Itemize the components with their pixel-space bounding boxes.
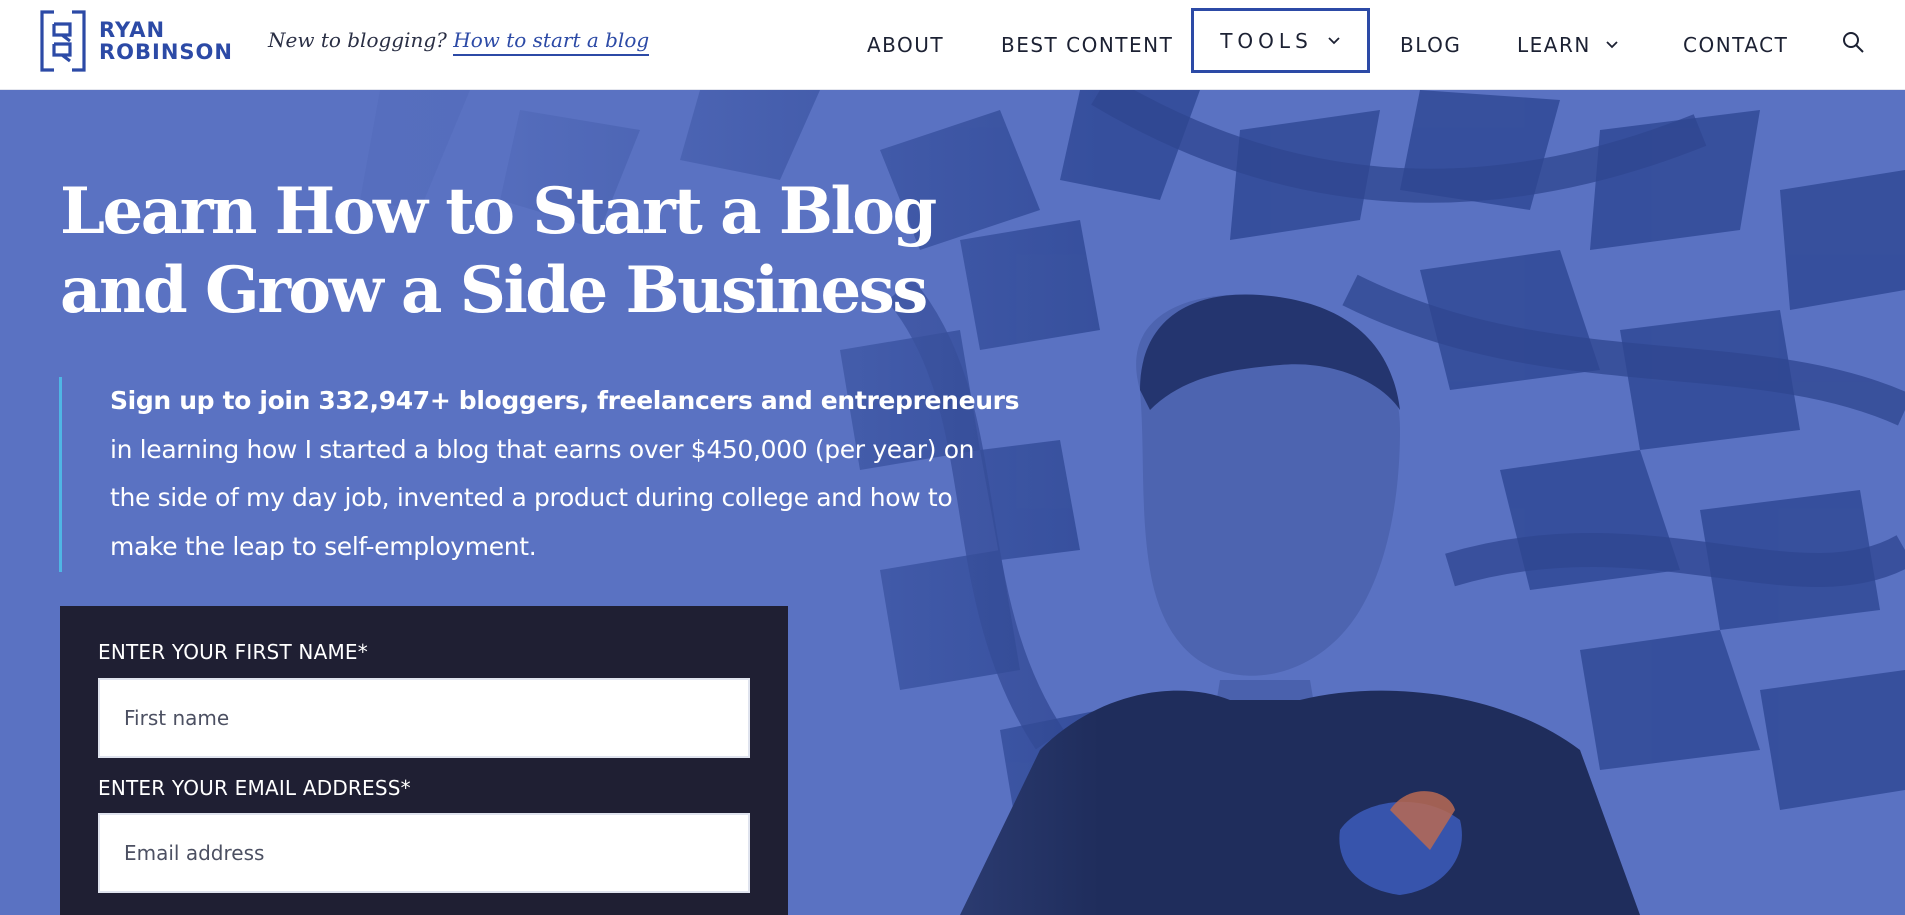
first-name-input[interactable] <box>98 678 750 758</box>
email-label: ENTER YOUR EMAIL ADDRESS* <box>98 776 411 800</box>
intro-line-2: in learning how I started a blog that ea… <box>110 434 975 464</box>
nav-tools[interactable]: TOOLS <box>1191 8 1370 73</box>
hero-headline: Learn How to Start a Blog and Grow a Sid… <box>60 172 960 330</box>
nav-contact[interactable]: CONTACT <box>1683 0 1788 90</box>
first-name-label: ENTER YOUR FIRST NAME* <box>98 640 368 664</box>
intro-line-3: the side of my day job, invented a produ… <box>110 483 953 513</box>
nav-best-content[interactable]: BEST CONTENT <box>1001 0 1173 90</box>
chevron-down-icon <box>1606 41 1618 49</box>
headline-line-1: Learn How to Start a Blog <box>60 174 937 249</box>
search-icon[interactable] <box>1841 30 1865 54</box>
headline-line-2: and Grow a Side Business <box>60 253 928 328</box>
nav-blog[interactable]: BLOG <box>1400 0 1461 90</box>
main-nav: ABOUT BEST CONTENT TOOLS BLOG LEARN CONT… <box>0 0 1905 90</box>
nav-learn-label: LEARN <box>1517 33 1591 57</box>
nav-learn[interactable]: LEARN <box>1517 0 1619 90</box>
nav-about[interactable]: ABOUT <box>867 0 944 90</box>
intro-line-4: make the leap to self-employment. <box>110 532 537 562</box>
hero-intro-blockquote: Sign up to join 332,947+ bloggers, freel… <box>59 377 1020 572</box>
intro-bold-line: Sign up to join 332,947+ bloggers, freel… <box>110 386 1020 415</box>
nav-tools-label: TOOLS <box>1220 28 1313 53</box>
chevron-down-icon <box>1328 36 1340 44</box>
signup-form: ENTER YOUR FIRST NAME* ENTER YOUR EMAIL … <box>60 606 788 915</box>
hero-section: Learn How to Start a Blog and Grow a Sid… <box>0 90 1905 915</box>
email-input[interactable] <box>98 813 750 893</box>
site-header: RYAN ROBINSON New to blogging? How to st… <box>0 0 1905 90</box>
